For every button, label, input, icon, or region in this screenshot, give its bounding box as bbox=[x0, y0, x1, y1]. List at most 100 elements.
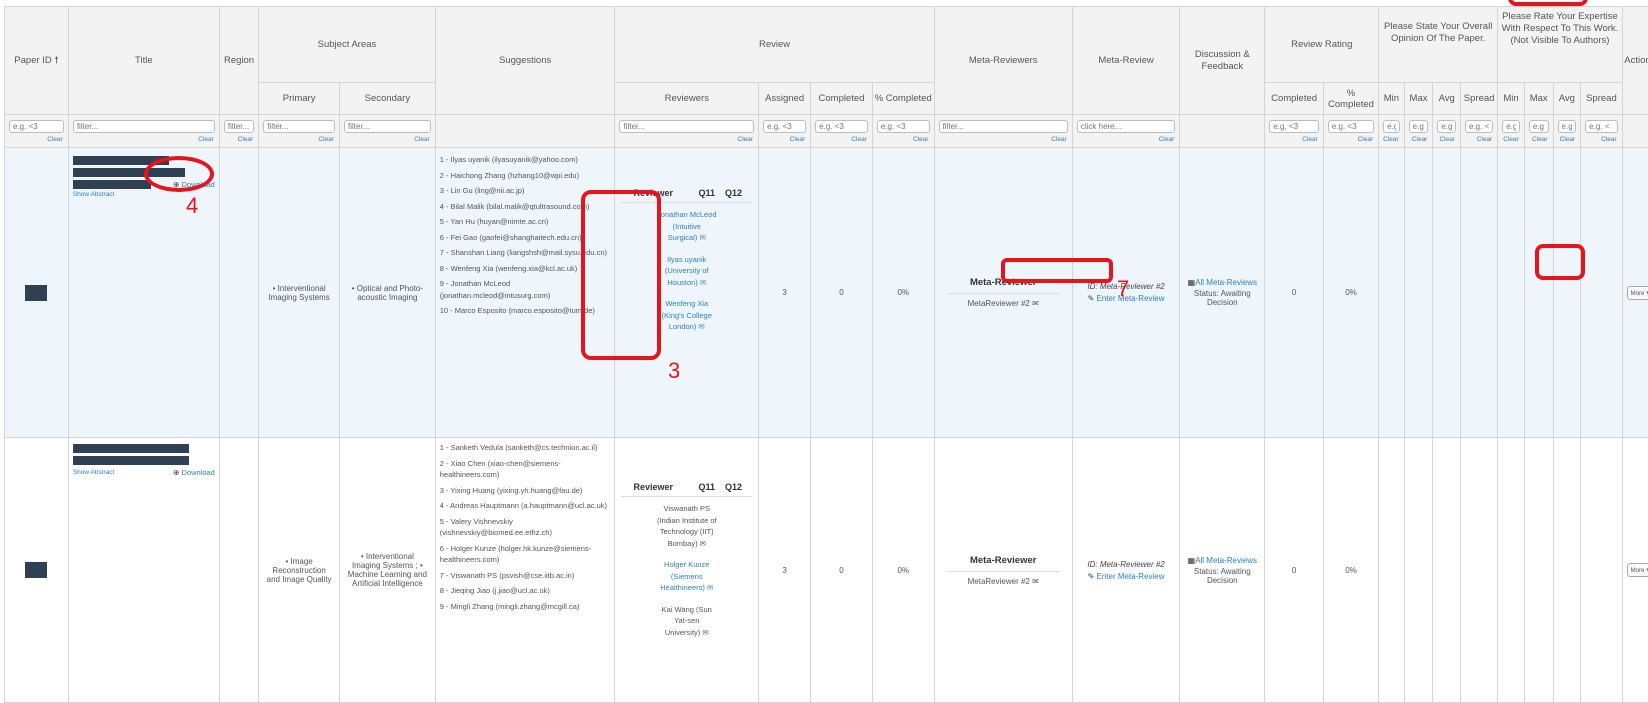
meta-reviewer-name[interactable]: MetaReviewer #2 ✉ bbox=[935, 577, 1072, 586]
filter-ex-spread[interactable] bbox=[1585, 120, 1618, 133]
op-max-cell bbox=[1404, 148, 1433, 438]
filter-rr-pct[interactable] bbox=[1328, 120, 1374, 133]
suggestion-item: 3 - Yixing Huang (yixing.yh.huang@fau.de… bbox=[440, 485, 611, 497]
clear-link[interactable]: Clear bbox=[1412, 136, 1428, 143]
annotation-actions-box bbox=[1535, 244, 1585, 280]
filter-paper-id[interactable] bbox=[9, 120, 64, 133]
more-actions-button[interactable]: More▾ bbox=[1627, 286, 1648, 300]
header-ex-min[interactable]: Min bbox=[1498, 83, 1525, 115]
header-ex-spread[interactable]: Spread bbox=[1581, 83, 1623, 115]
clear-link[interactable]: Clear bbox=[1439, 136, 1455, 143]
filter-assigned[interactable] bbox=[763, 120, 806, 133]
all-meta-reviews-link[interactable]: ▦All Meta-Reviews bbox=[1180, 278, 1264, 287]
clear-link[interactable]: Clear bbox=[1358, 136, 1374, 143]
filter-meta-reviewers[interactable] bbox=[939, 120, 1068, 133]
header-meta-reviewers[interactable]: Meta-Reviewers bbox=[934, 7, 1072, 115]
header-reviewers[interactable]: Reviewers bbox=[615, 83, 759, 115]
clear-link[interactable]: Clear bbox=[198, 136, 214, 143]
more-label: More bbox=[1631, 568, 1645, 574]
header-region[interactable]: Region bbox=[219, 7, 258, 115]
reviewer-link[interactable]: Kai Wang (Sun Yat-sen University) ✉ bbox=[657, 604, 717, 639]
clear-link[interactable]: Clear bbox=[414, 136, 430, 143]
paper-id-cell bbox=[5, 438, 69, 703]
header-rr-completed[interactable]: Completed bbox=[1265, 83, 1324, 115]
reviewer-link[interactable]: Ilyas uyanik (University of Houston) ✉ bbox=[657, 254, 717, 289]
reviewer-link[interactable]: Jonathan McLeod (Intuitive Surgical) ✉ bbox=[657, 209, 717, 244]
filter-op-spread[interactable] bbox=[1465, 120, 1493, 133]
clear-link[interactable]: Clear bbox=[47, 136, 63, 143]
meta-reviewer-title: Meta-Reviewer bbox=[947, 555, 1060, 572]
clear-link[interactable]: Clear bbox=[738, 136, 754, 143]
annotation-reviewers-box bbox=[581, 190, 661, 360]
header-ex-max[interactable]: Max bbox=[1524, 83, 1553, 115]
more-label: More bbox=[1631, 291, 1645, 297]
header-secondary[interactable]: Secondary bbox=[340, 83, 436, 115]
enter-meta-review-label: Enter Meta-Review bbox=[1097, 572, 1165, 581]
reviewer-link[interactable]: Viswanath PS (Indian Institute of Techno… bbox=[657, 503, 717, 549]
status-text: Status: Awaiting Decision bbox=[1180, 567, 1264, 585]
op-spread-cell bbox=[1461, 148, 1498, 438]
filter-region[interactable] bbox=[224, 120, 254, 133]
annotation-download-circle bbox=[144, 156, 214, 192]
header-rr-pct[interactable]: % Completed bbox=[1323, 83, 1378, 115]
header-ex-avg[interactable]: Avg bbox=[1553, 83, 1581, 115]
paper-id-cell bbox=[5, 148, 69, 438]
header-op-avg[interactable]: Avg bbox=[1433, 83, 1461, 115]
clear-link[interactable]: Clear bbox=[1302, 136, 1318, 143]
reviewer-link[interactable]: Wenfeng Xia (King's College London) ✉ bbox=[657, 298, 717, 333]
header-meta-review[interactable]: Meta-Review bbox=[1072, 7, 1179, 115]
meta-reviewers-cell: Meta-Reviewer MetaReviewer #2 ✉ bbox=[934, 438, 1072, 703]
header-assigned[interactable]: Assigned bbox=[759, 83, 811, 115]
download-link[interactable]: ⊕ Download bbox=[173, 468, 215, 477]
filter-ex-min[interactable] bbox=[1502, 120, 1520, 133]
filter-reviewers[interactable] bbox=[619, 120, 754, 133]
reviewer-link[interactable]: Holger Kunze (Siemens Healthineers) ✉ bbox=[657, 559, 717, 594]
clear-link[interactable]: Clear bbox=[1601, 136, 1617, 143]
filter-pct[interactable] bbox=[877, 120, 930, 133]
enter-meta-review-link[interactable]: ✎ Enter Meta-Review bbox=[1073, 572, 1179, 581]
clear-link[interactable]: Clear bbox=[851, 136, 867, 143]
op-spread-cell bbox=[1461, 438, 1498, 703]
clear-link[interactable]: Clear bbox=[1477, 136, 1493, 143]
filter-ex-avg[interactable] bbox=[1558, 120, 1577, 133]
clear-link[interactable]: Clear bbox=[1503, 136, 1519, 143]
clear-link[interactable]: Clear bbox=[913, 136, 929, 143]
filter-op-avg[interactable] bbox=[1437, 120, 1456, 133]
clear-link[interactable]: Clear bbox=[1383, 136, 1399, 143]
header-op-min[interactable]: Min bbox=[1379, 83, 1405, 115]
filter-primary[interactable] bbox=[263, 120, 335, 133]
header-title[interactable]: Title bbox=[68, 7, 219, 115]
filter-op-max[interactable] bbox=[1409, 120, 1429, 133]
meta-reviewer-name[interactable]: MetaReviewer #2 ✉ bbox=[935, 299, 1072, 308]
op-max-cell bbox=[1404, 438, 1433, 703]
more-actions-button[interactable]: More▾ bbox=[1627, 563, 1648, 577]
clear-link[interactable]: Clear bbox=[1560, 136, 1576, 143]
header-primary[interactable]: Primary bbox=[259, 83, 340, 115]
discussion-cell: ▦All Meta-Reviews Status: Awaiting Decis… bbox=[1180, 148, 1265, 438]
filter-completed[interactable] bbox=[815, 120, 868, 133]
filter-op-min[interactable] bbox=[1383, 120, 1400, 133]
clear-link[interactable]: Clear bbox=[1159, 136, 1175, 143]
suggestion-item: 2 - Xiao Chen (xiao-chen@siemens-healthi… bbox=[440, 458, 611, 481]
clear-link[interactable]: Clear bbox=[1051, 136, 1067, 143]
filter-secondary[interactable] bbox=[344, 120, 431, 133]
header-completed[interactable]: Completed bbox=[811, 83, 873, 115]
clear-link[interactable]: Clear bbox=[790, 136, 806, 143]
filter-meta-review[interactable] bbox=[1077, 120, 1175, 133]
show-abstract-link[interactable]: Show Abstract bbox=[73, 469, 115, 476]
header-op-spread[interactable]: Spread bbox=[1461, 83, 1498, 115]
filter-title[interactable] bbox=[73, 120, 215, 133]
clear-link[interactable]: Clear bbox=[318, 136, 334, 143]
filter-rr-completed[interactable] bbox=[1269, 120, 1319, 133]
clear-link[interactable]: Clear bbox=[1532, 136, 1548, 143]
reviewers-cell: ReviewerQ11Q12 Viswanath PS (Indian Inst… bbox=[615, 438, 759, 703]
header-pct-completed[interactable]: % Completed bbox=[872, 83, 934, 115]
filter-ex-max[interactable] bbox=[1529, 120, 1549, 133]
clear-link[interactable]: Clear bbox=[238, 136, 254, 143]
header-op-max[interactable]: Max bbox=[1404, 83, 1433, 115]
all-meta-reviews-link[interactable]: ▦All Meta-Reviews bbox=[1180, 556, 1264, 565]
redacted-paper-id bbox=[25, 562, 47, 578]
assigned-cell: 3 bbox=[759, 438, 811, 703]
header-paper-id[interactable]: Paper ID 🠕 bbox=[5, 7, 69, 115]
meta-review-id: ID: Meta-Reviewer #2 bbox=[1073, 560, 1179, 569]
